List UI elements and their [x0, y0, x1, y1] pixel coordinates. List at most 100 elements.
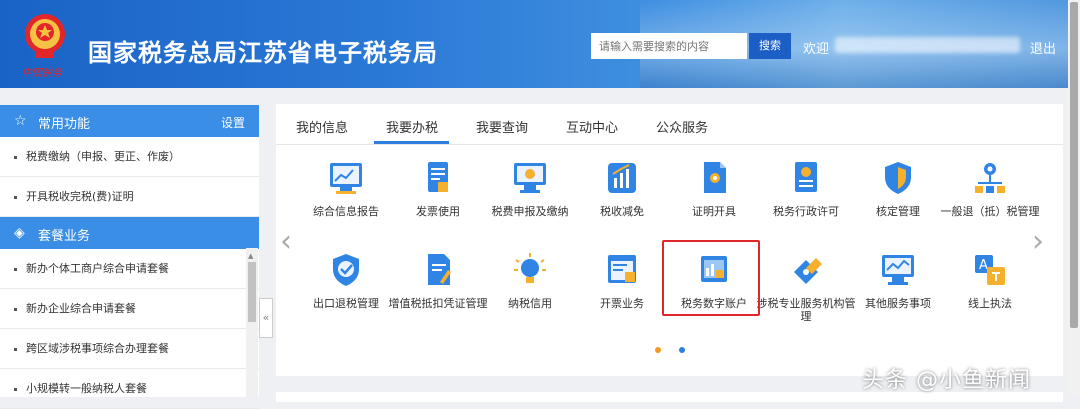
service-label: 核定管理 — [876, 205, 920, 218]
package-business-title: 套餐业务 — [38, 229, 91, 244]
sidebar-item-package[interactable]: 新办企业综合申请套餐 — [0, 289, 259, 329]
certificate-icon — [704, 162, 726, 193]
sidebar-item-tax-certificate[interactable]: 开具税收完税(费)证明 — [0, 177, 259, 217]
active-tab-indicator — [374, 141, 449, 144]
tab-interaction[interactable]: 互动中心 — [566, 117, 618, 136]
location-network-icon — [975, 163, 1005, 193]
service-certificate[interactable]: 证明开具 — [664, 160, 764, 218]
sidebar-item-label: 小规模转一般纳税人套餐 — [26, 382, 147, 395]
service-refund-management[interactable]: 一般退（抵）税管理 — [940, 160, 1040, 218]
service-label: 涉税专业服务机构管理 — [756, 297, 856, 323]
main-panel: 我的信息 我要办税 我要查询 互动中心 公众服务 ‹ › 综合信息报告 发票使用… — [276, 104, 1063, 376]
service-label: 线上执法 — [968, 297, 1012, 310]
tax-emblem-icon — [25, 14, 65, 58]
bullet-icon — [14, 267, 17, 271]
tab-tax-handling[interactable]: 我要办税 — [386, 117, 438, 136]
service-label: 税务行政许可 — [773, 205, 839, 218]
scrollbar-thumb[interactable] — [1070, 2, 1078, 328]
bullet-icon — [14, 155, 17, 159]
service-professional-agency[interactable]: 涉税专业服务机构管理 — [756, 252, 856, 323]
sidebar: ☆ 常用功能 设置 税费缴纳（申报、更正、作废） 开具税收完税(费)证明 ◈ 套… — [0, 105, 259, 409]
sidebar-scrollbar[interactable]: ▲ — [246, 248, 258, 397]
service-label: 税收减免 — [600, 205, 644, 218]
service-invoice-use[interactable]: 发票使用 — [388, 160, 488, 218]
watermark: 头条 @小鱼新闻 — [862, 368, 1031, 393]
welcome-text: 欢迎 — [803, 42, 830, 57]
logout-link[interactable]: 退出 — [1030, 38, 1056, 57]
service-tax-relief[interactable]: 税收减免 — [572, 160, 672, 218]
service-label: 证明开具 — [692, 205, 736, 218]
prev-arrow[interactable]: ‹ — [280, 224, 292, 259]
service-label: 出口退税管理 — [313, 297, 379, 310]
service-other-matters[interactable]: 其他服务事项 — [848, 252, 948, 310]
monitor-declare-icon — [514, 163, 546, 193]
invoicing-window-icon — [608, 255, 636, 283]
service-label: 纳税信用 — [508, 297, 552, 310]
svg-text:A: A — [979, 258, 988, 273]
carousel-dot[interactable] — [655, 347, 661, 353]
scrollbar-thumb[interactable] — [248, 262, 256, 322]
license-badge-icon — [795, 162, 817, 192]
package-business-header[interactable]: ◈ 套餐业务 — [0, 217, 259, 249]
shield-icon — [885, 162, 911, 194]
sidebar-item-package[interactable]: 跨区域涉税事项综合办理套餐 — [0, 329, 259, 369]
credit-bulb-icon — [514, 253, 546, 283]
tab-query[interactable]: 我要查询 — [476, 117, 528, 136]
bullet-icon — [14, 387, 17, 391]
invoice-document-icon — [428, 162, 448, 192]
service-label: 一般退（抵）税管理 — [940, 205, 1040, 218]
app-title: 国家税务总局江苏省电子税务局 — [88, 39, 438, 67]
service-label: 综合信息报告 — [313, 205, 379, 218]
tax-relief-icon — [608, 163, 636, 193]
service-assessment-management[interactable]: 核定管理 — [848, 160, 948, 218]
sidebar-item-label: 新办个体工商户综合申请套餐 — [26, 262, 169, 275]
service-online-enforcement[interactable]: A 线上执法 — [940, 252, 1040, 310]
monitor-wave-icon — [882, 255, 914, 285]
layers-icon: ◈ — [14, 225, 25, 241]
service-tax-credit[interactable]: 纳税信用 — [480, 252, 580, 310]
shield-check-icon — [333, 254, 359, 286]
search-button[interactable]: 搜索 — [749, 33, 791, 59]
bullet-icon — [14, 307, 17, 311]
star-icon: ☆ — [14, 113, 27, 129]
sidebar-item-label: 新办企业综合申请套餐 — [26, 302, 136, 315]
sidebar-item-tax-payment[interactable]: 税费缴纳（申报、更正、作废） — [0, 137, 259, 177]
user-name-redacted — [835, 37, 1020, 53]
agency-tag-icon — [794, 258, 822, 284]
document-edit-icon — [428, 254, 451, 285]
tab-public-service[interactable]: 公众服务 — [656, 117, 708, 136]
tab-my-info[interactable]: 我的信息 — [296, 117, 348, 136]
service-comprehensive-report[interactable]: 综合信息报告 — [296, 160, 396, 218]
sidebar-item-label: 税费缴纳（申报、更正、作废） — [26, 150, 180, 163]
settings-link[interactable]: 设置 — [221, 114, 245, 131]
service-label: 其他服务事项 — [865, 297, 931, 310]
service-tax-declaration[interactable]: 税费申报及缴纳 — [480, 160, 580, 218]
emblem-caption: 中国税务 — [22, 68, 62, 79]
report-chart-icon — [330, 163, 362, 194]
common-functions-header: ☆ 常用功能 设置 — [0, 105, 259, 137]
collapse-sidebar-button[interactable]: « — [259, 298, 273, 338]
carousel-dot-active[interactable] — [679, 347, 685, 353]
service-label: 发票使用 — [416, 205, 460, 218]
sidebar-item-label: 跨区域涉税事项综合办理套餐 — [26, 342, 169, 355]
sidebar-item-package[interactable]: 小规模转一般纳税人套餐 — [0, 369, 259, 409]
service-vat-deduction[interactable]: 增值税抵扣凭证管理 — [388, 252, 488, 310]
translate-law-icon: A — [975, 255, 1005, 285]
service-label: 开票业务 — [600, 297, 644, 310]
tab-bar: 我的信息 我要办税 我要查询 互动中心 公众服务 — [276, 104, 1063, 145]
service-label: 税费申报及缴纳 — [491, 205, 569, 218]
scroll-up-icon[interactable]: ▲ — [248, 252, 253, 260]
page-scrollbar[interactable] — [1068, 0, 1080, 397]
bullet-icon — [14, 195, 17, 199]
service-label: 增值税抵扣凭证管理 — [388, 297, 488, 310]
sidebar-item-label: 开具税收完税(费)证明 — [26, 190, 134, 203]
service-export-refund[interactable]: 出口退税管理 — [296, 252, 396, 310]
sidebar-item-package[interactable]: 新办个体工商户综合申请套餐 — [0, 249, 259, 289]
service-invoicing[interactable]: 开票业务 — [572, 252, 672, 310]
highlight-box — [662, 240, 760, 316]
search-input[interactable] — [591, 33, 747, 59]
service-admin-license[interactable]: 税务行政许可 — [756, 160, 856, 218]
bullet-icon — [14, 347, 17, 351]
header-banner: 中国税务 国家税务总局江苏省电子税务局 搜索 欢迎 退出 — [0, 0, 1080, 88]
common-functions-title: 常用功能 — [38, 117, 91, 132]
